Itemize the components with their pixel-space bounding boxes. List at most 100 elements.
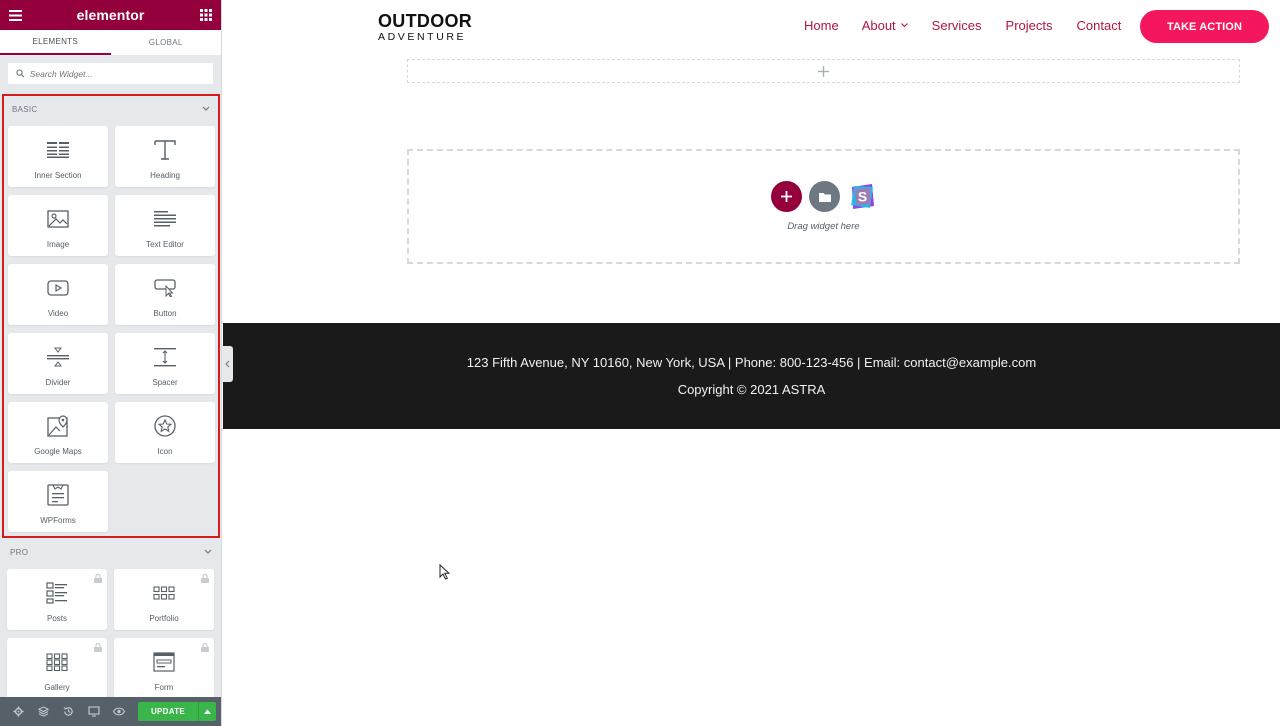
panel-header: elementor bbox=[0, 0, 221, 30]
responsive-mode-icon[interactable] bbox=[81, 697, 106, 726]
wpforms-icon bbox=[45, 482, 71, 508]
preview-eye-icon[interactable] bbox=[106, 697, 131, 726]
widget-portfolio[interactable]: Portfolio bbox=[114, 569, 214, 630]
nav-about[interactable]: About bbox=[862, 18, 908, 33]
basic-category-header[interactable]: BASIC bbox=[4, 96, 218, 122]
video-icon bbox=[45, 275, 71, 301]
chevron-down-icon bbox=[204, 549, 212, 554]
plus-icon bbox=[781, 191, 792, 202]
basic-category: BASIC Inner Section Heading Image Text E… bbox=[2, 94, 220, 538]
nav-projects[interactable]: Projects bbox=[1006, 18, 1053, 33]
search-icon bbox=[16, 69, 25, 78]
image-icon bbox=[45, 206, 71, 232]
widget-posts[interactable]: Posts bbox=[7, 569, 107, 630]
basic-category-title: BASIC bbox=[12, 104, 38, 114]
widget-form[interactable]: Form bbox=[114, 638, 214, 699]
widget-divider[interactable]: Divider bbox=[8, 333, 108, 394]
lock-icon bbox=[94, 574, 102, 583]
update-button-group: UPDATE bbox=[138, 702, 216, 721]
text-editor-icon bbox=[152, 206, 178, 232]
logo-bottom-text: ADVENTURE bbox=[378, 31, 467, 43]
widget-video[interactable]: Video bbox=[8, 264, 108, 325]
widget-label: Text Editor bbox=[146, 240, 184, 249]
add-section-placeholder[interactable] bbox=[407, 59, 1240, 83]
widget-label: Inner Section bbox=[34, 171, 82, 180]
widget-label: WPForms bbox=[40, 516, 76, 525]
widget-label: Posts bbox=[46, 614, 67, 623]
portfolio-icon bbox=[151, 580, 177, 606]
widget-gallery[interactable]: Gallery bbox=[7, 638, 107, 699]
widget-heading[interactable]: Heading bbox=[115, 126, 215, 187]
collapse-panel-handle[interactable] bbox=[222, 346, 233, 382]
tab-global[interactable]: GLOBAL bbox=[111, 30, 222, 55]
widget-google-maps[interactable]: Google Maps bbox=[8, 402, 108, 463]
tab-elements[interactable]: ELEMENTS bbox=[0, 30, 111, 55]
widget-label: Google Maps bbox=[34, 447, 82, 456]
nav-contact[interactable]: Contact bbox=[1077, 18, 1122, 33]
basic-widget-grid: Inner Section Heading Image Text Editor … bbox=[4, 122, 218, 532]
chevron-down-icon bbox=[900, 23, 908, 28]
button-icon bbox=[152, 275, 178, 301]
take-action-button[interactable]: TAKE ACTION bbox=[1140, 10, 1269, 43]
panel-tabs: ELEMENTS GLOBAL bbox=[0, 30, 221, 55]
site-footer: 123 Fifth Avenue, NY 10160, New York, US… bbox=[223, 323, 1280, 429]
widget-wpforms[interactable]: WPForms bbox=[8, 471, 108, 532]
site-header: OUTDOOR ADVENTURE Home About Services Pr… bbox=[223, 0, 1280, 55]
search-box bbox=[7, 62, 214, 85]
svg-text:S: S bbox=[858, 189, 867, 205]
history-icon[interactable] bbox=[56, 697, 81, 726]
heading-icon bbox=[152, 137, 178, 163]
plus-icon bbox=[818, 65, 829, 77]
add-template-button[interactable] bbox=[809, 181, 840, 212]
spacer-icon bbox=[152, 344, 178, 370]
footer-contact-info: 123 Fifth Avenue, NY 10160, New York, US… bbox=[466, 355, 1037, 370]
google-maps-icon bbox=[45, 413, 71, 439]
site-logo[interactable]: OUTDOOR ADVENTURE bbox=[378, 12, 472, 43]
search-wrapper bbox=[0, 55, 221, 94]
lock-icon bbox=[201, 574, 209, 583]
widget-text-editor[interactable]: Text Editor bbox=[115, 195, 215, 256]
lock-icon bbox=[201, 643, 209, 652]
form-icon bbox=[151, 649, 177, 675]
widget-label: Heading bbox=[150, 171, 180, 180]
drop-zone-buttons: S bbox=[771, 181, 878, 212]
chevron-down-icon bbox=[202, 106, 210, 111]
widget-label: Icon bbox=[157, 447, 173, 456]
widgets-grid-icon[interactable] bbox=[199, 8, 213, 22]
mouse-cursor-icon bbox=[439, 564, 451, 580]
widget-label: Portfolio bbox=[149, 614, 179, 623]
widget-icon[interactable]: Icon bbox=[115, 402, 215, 463]
widget-label: Divider bbox=[45, 378, 71, 387]
navigator-layers-icon[interactable] bbox=[31, 697, 56, 726]
elementor-logo: elementor bbox=[76, 7, 145, 23]
widget-label: Video bbox=[47, 309, 69, 318]
logo-top-text: OUTDOOR bbox=[378, 11, 473, 31]
nav-home[interactable]: Home bbox=[804, 18, 839, 33]
add-section-button[interactable] bbox=[771, 181, 802, 212]
widget-image[interactable]: Image bbox=[8, 195, 108, 256]
nav-services[interactable]: Services bbox=[932, 18, 982, 33]
update-button[interactable]: UPDATE bbox=[138, 702, 198, 721]
search-widget-input[interactable] bbox=[29, 68, 205, 79]
widget-label: Button bbox=[153, 309, 177, 318]
chevron-left-icon bbox=[225, 360, 230, 368]
hamburger-menu-icon[interactable] bbox=[8, 8, 22, 22]
widget-button[interactable]: Button bbox=[115, 264, 215, 325]
widget-label: Gallery bbox=[44, 683, 70, 692]
drop-zone[interactable]: S Drag widget here bbox=[407, 149, 1240, 264]
starter-templates-logo-icon: S bbox=[851, 184, 874, 209]
gallery-icon bbox=[44, 649, 70, 675]
starter-templates-button[interactable]: S bbox=[847, 181, 878, 212]
settings-gear-icon[interactable] bbox=[6, 697, 31, 726]
folder-icon bbox=[818, 192, 831, 202]
caret-up-icon[interactable] bbox=[198, 702, 216, 721]
pro-category-header[interactable]: PRO bbox=[2, 539, 220, 565]
inner-section-icon bbox=[45, 137, 71, 163]
pro-widget-grid: Posts Portfolio Gallery Form bbox=[2, 565, 220, 699]
widget-spacer[interactable]: Spacer bbox=[115, 333, 215, 394]
widget-inner-section[interactable]: Inner Section bbox=[8, 126, 108, 187]
drag-widget-hint: Drag widget here bbox=[787, 221, 860, 232]
nav-about-label: About bbox=[861, 18, 896, 33]
main-nav: Home About Services Projects Contact bbox=[804, 18, 1121, 33]
pro-category: PRO Posts Portfolio Gallery Form bbox=[2, 539, 220, 719]
